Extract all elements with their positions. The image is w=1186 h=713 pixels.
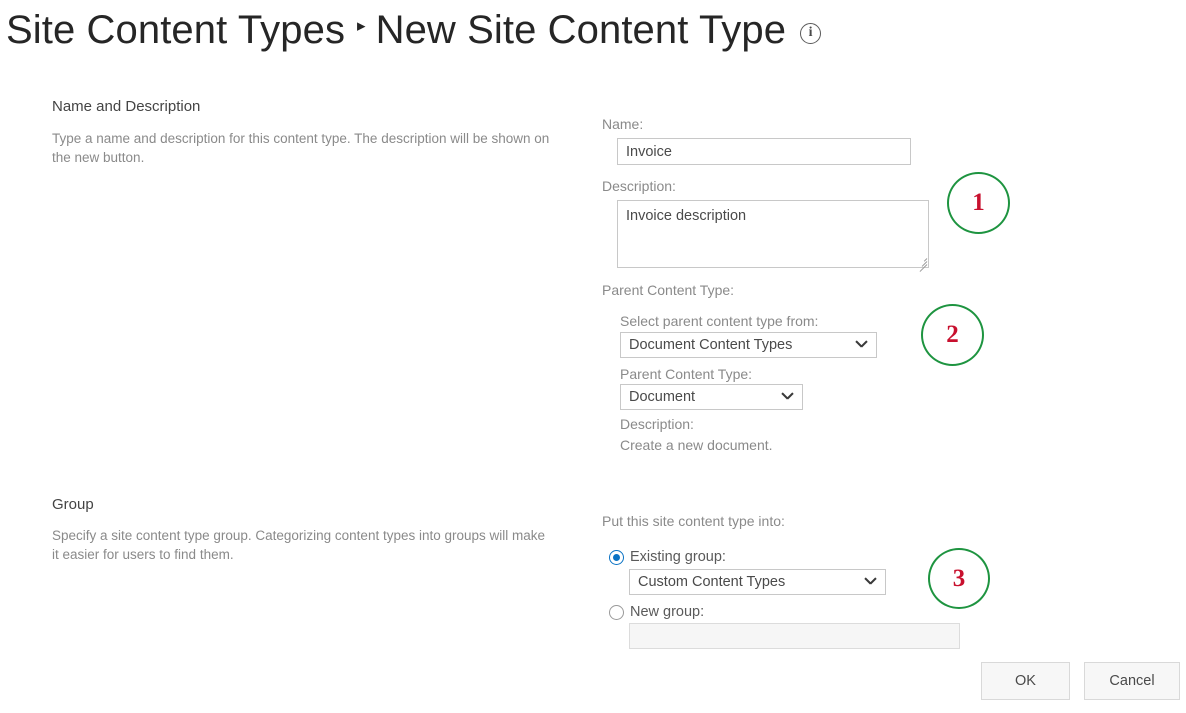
description-field-label: Description: (602, 178, 676, 194)
new-group-input[interactable] (629, 623, 960, 649)
cancel-button[interactable]: Cancel (1084, 662, 1180, 700)
put-into-label: Put this site content type into: (602, 513, 785, 529)
existing-group-value: Custom Content Types (638, 574, 786, 590)
breadcrumb-separator-icon: ▸ (357, 16, 366, 35)
chevron-down-icon (781, 391, 794, 404)
section-title-group: Group (52, 496, 94, 513)
breadcrumb: Site Content Types ▸ New Site Content Ty… (6, 2, 822, 58)
chevron-down-icon (864, 576, 877, 589)
new-group-label: New group: (630, 604, 705, 620)
new-group-radio-row[interactable]: New group: (609, 604, 704, 620)
annotation-badge-1: 1 (947, 172, 1010, 234)
section-title-name-and-description: Name and Description (52, 98, 201, 115)
page-title: New Site Content Type (375, 8, 787, 52)
section-description-group: Specify a site content type group. Categ… (52, 528, 546, 562)
parent-type-value: Document (629, 389, 696, 405)
description-textarea[interactable] (617, 200, 929, 268)
annotation-badge-3: 3 (928, 548, 990, 609)
name-input[interactable] (617, 138, 911, 165)
parent-content-type-dropdown[interactable]: Document (620, 384, 803, 410)
parent-type-label: Parent Content Type: (620, 366, 753, 382)
parent-description-label: Description: (620, 416, 694, 432)
section-description-name-and-description: Type a name and description for this con… (52, 131, 550, 165)
chevron-down-icon (855, 339, 868, 352)
name-field-label: Name: (602, 116, 644, 132)
breadcrumb-parent-link[interactable]: Site Content Types (6, 2, 345, 58)
select-parent-from-label: Select parent content type from: (620, 313, 819, 329)
parent-description-value: Create a new document. (620, 437, 773, 453)
parent-content-type-group-label: Parent Content Type: (602, 282, 735, 298)
existing-group-dropdown[interactable]: Custom Content Types (629, 569, 886, 595)
existing-group-label: Existing group: (630, 549, 726, 565)
info-icon[interactable]: i (800, 22, 822, 44)
ok-button[interactable]: OK (981, 662, 1070, 700)
new-group-radio[interactable] (609, 604, 624, 620)
annotation-badge-2: 2 (921, 304, 984, 366)
select-parent-from-value: Document Content Types (629, 337, 793, 353)
existing-group-radio-row[interactable]: Existing group: (609, 549, 726, 565)
existing-group-radio[interactable] (609, 549, 624, 565)
select-parent-content-type-from-dropdown[interactable]: Document Content Types (620, 332, 877, 358)
